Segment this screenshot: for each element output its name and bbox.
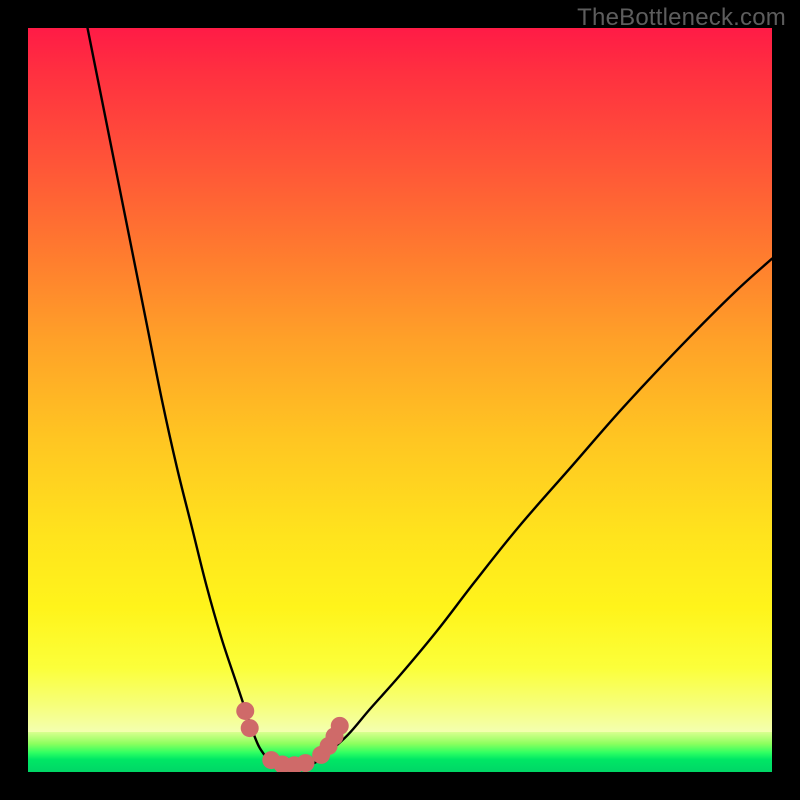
- data-point-marker: [236, 702, 254, 720]
- data-point-marker: [331, 717, 349, 735]
- data-point-marker: [241, 719, 259, 737]
- watermark-text: TheBottleneck.com: [577, 4, 786, 32]
- chart-container: TheBottleneck.com: [0, 0, 800, 800]
- data-point-marker: [297, 754, 315, 772]
- plot-area: [28, 28, 772, 772]
- marker-layer: [28, 28, 772, 772]
